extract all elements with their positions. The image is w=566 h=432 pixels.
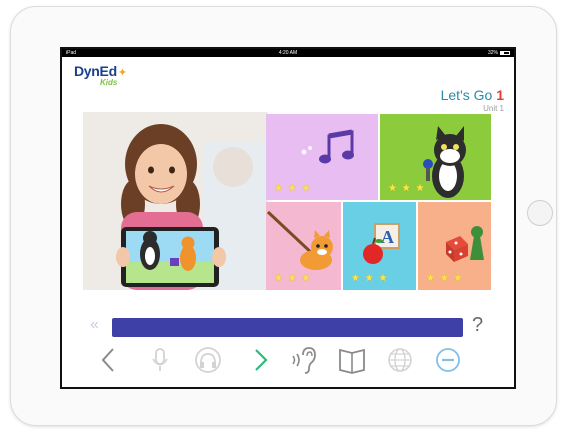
unit-label: Unit 1 [483, 104, 504, 113]
lesson-title: Let's Go 1 Unit 1 [441, 87, 504, 113]
repeat-audio-button[interactable] [286, 342, 322, 378]
lesson-number: 1 [496, 87, 504, 103]
battery-icon [500, 51, 510, 55]
tile-abc-apple[interactable]: A ★ ★ ★ [343, 202, 416, 290]
back-button[interactable] [92, 342, 128, 378]
listen-button [190, 342, 226, 378]
star-rating: ★ ★ ★ [351, 273, 389, 284]
home-button[interactable] [527, 200, 553, 226]
globe-icon [388, 348, 412, 372]
tile-game[interactable]: ★ ★ ★ [418, 202, 491, 290]
child-photo [83, 112, 268, 290]
tile-music[interactable]: ★ ★ ★ [266, 114, 378, 200]
help-button[interactable]: ? [472, 314, 483, 337]
svg-text:A: A [381, 227, 394, 247]
star-rating: ★ ★ ★ [426, 273, 464, 284]
translate-button [382, 342, 418, 378]
star-rating: ★ ★ ★ [274, 273, 312, 284]
next-button[interactable] [242, 342, 278, 378]
app-screen: iPad 4:20 AM 32% DynEd✦ Kids Let's Go 1 … [62, 49, 514, 387]
back-arrow-icon [101, 348, 114, 372]
tile-tiger-reading[interactable]: ★ ★ ★ [266, 202, 341, 290]
record-button [142, 342, 178, 378]
next-arrow-icon [255, 349, 268, 371]
logo-sub: Kids [100, 78, 118, 87]
star-rating: ★ ★ ★ [274, 183, 312, 194]
microphone-icon [152, 348, 168, 371]
toolbar [62, 339, 514, 385]
child-illustration [83, 112, 268, 290]
screen-frame: iPad 4:20 AM 32% DynEd✦ Kids Let's Go 1 … [60, 47, 516, 389]
headphones-icon [195, 347, 221, 373]
tile-cat-microphone[interactable]: ★ ★ ★ [380, 114, 491, 200]
clock: 4:20 AM [278, 50, 298, 56]
logo-text: DynEd [74, 63, 117, 79]
book-icon [339, 348, 365, 374]
text-button[interactable] [334, 342, 370, 378]
progress-bar[interactable] [112, 318, 463, 337]
battery-percent: 32% [487, 50, 498, 56]
speed-button[interactable] [430, 342, 466, 378]
ear-icon [292, 347, 316, 374]
lesson-name: Let's Go [440, 87, 497, 103]
status-bar: iPad 4:20 AM 32% [62, 49, 514, 57]
star-rating: ★ ★ ★ [388, 183, 426, 194]
rewind-button[interactable]: « [90, 316, 99, 334]
app-logo: DynEd✦ Kids [74, 63, 128, 87]
logo-star-icon: ✦ [117, 67, 128, 79]
minus-circle-icon [436, 348, 460, 372]
